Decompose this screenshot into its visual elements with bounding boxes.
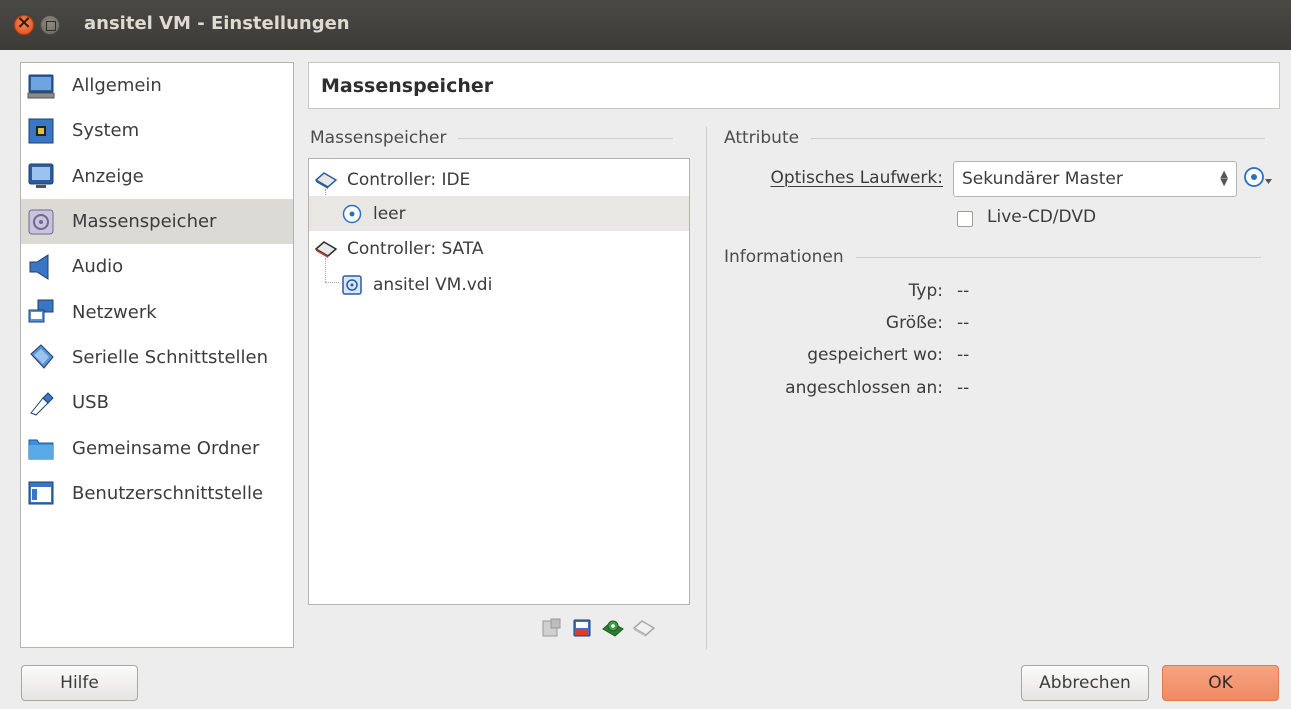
page-title: Massenspeicher — [321, 74, 494, 97]
info-type-label: Typ: — [908, 281, 943, 301]
sidebar-item-netzwerk[interactable]: Netzwerk — [21, 289, 293, 334]
folder-icon — [27, 434, 55, 462]
optical-drive-label: Optisches Laufwerk: — [770, 168, 943, 188]
attribute-group-title: Attribute — [724, 128, 1266, 148]
remove-attachment-icon[interactable] — [571, 617, 593, 639]
sidebar-item-benutzerschnittstelle[interactable]: Benutzerschnittstelle — [21, 471, 293, 516]
info-location-label: gespeichert wo: — [807, 345, 943, 365]
add-controller-icon[interactable] — [602, 617, 624, 639]
optical-drive-select[interactable]: Sekundärer Master ▲ ▼ — [953, 161, 1237, 197]
sidebar-item-audio[interactable]: Audio — [21, 244, 293, 289]
speaker-icon — [27, 253, 55, 281]
ok-button[interactable]: OK — [1162, 665, 1279, 701]
spin-arrows-icon: ▲ ▼ — [1220, 169, 1228, 188]
settings-sidebar: Allgemein System Anzeige Massenspeicher … — [20, 62, 294, 648]
remove-controller-icon[interactable] — [633, 617, 655, 639]
ide-controller-icon — [315, 169, 337, 191]
window-title: ansitel VM - Einstellungen — [84, 13, 350, 34]
storage-toolbar — [540, 617, 655, 639]
live-cd-checkbox[interactable] — [957, 211, 973, 227]
chip-icon — [27, 117, 55, 145]
tree-item-ansitel-vm-vdi[interactable]: ansitel VM.vdi — [309, 267, 689, 302]
info-size-value: -- — [957, 313, 970, 333]
info-location-value: -- — [957, 345, 970, 365]
title-bar: ansitel VM - Einstellungen — [0, 0, 1291, 50]
network-icon — [27, 298, 55, 326]
serial-port-icon — [27, 343, 55, 371]
display-icon — [27, 162, 55, 190]
close-window-button[interactable] — [14, 12, 34, 35]
cancel-button[interactable]: Abbrechen — [1021, 665, 1149, 701]
tree-item-leer[interactable]: leer — [309, 196, 689, 231]
info-type-value: -- — [957, 281, 970, 301]
sidebar-item-massenspeicher[interactable]: Massenspeicher — [21, 198, 293, 245]
sidebar-item-gemeinsame-ordner[interactable]: Gemeinsame Ordner — [21, 425, 293, 470]
help-button[interactable]: Hilfe — [21, 665, 138, 701]
sidebar-item-allgemein[interactable]: Allgemein — [21, 63, 293, 108]
hard-disk-icon — [341, 274, 363, 296]
live-cd-label: Live-CD/DVD — [987, 207, 1097, 227]
sata-controller-icon — [315, 238, 337, 260]
usb-icon — [27, 389, 55, 417]
sidebar-item-usb[interactable]: USB — [21, 380, 293, 425]
sidebar-item-anzeige[interactable]: Anzeige — [21, 154, 293, 199]
tree-item-controller-sata[interactable]: Controller: SATA — [309, 231, 689, 266]
page-header: Massenspeicher — [308, 62, 1280, 109]
storage-tree[interactable]: Controller: IDE leer Controller: SATA an… — [308, 158, 690, 605]
storage-group-title: Massenspeicher — [310, 128, 674, 148]
optical-disc-icon — [341, 203, 363, 225]
info-attached-value: -- — [957, 378, 970, 398]
maximize-window-button[interactable] — [40, 15, 60, 35]
add-attachment-icon[interactable] — [540, 617, 562, 639]
sidebar-item-system[interactable]: System — [21, 108, 293, 153]
information-group-title: Informationen — [724, 247, 1261, 267]
info-size-label: Größe: — [885, 313, 943, 333]
info-attached-label: angeschlossen an: — [785, 378, 943, 398]
storage-icon — [27, 208, 55, 236]
tree-item-controller-ide[interactable]: Controller: IDE — [309, 162, 689, 197]
choose-disc-icon[interactable] — [1243, 166, 1273, 195]
sidebar-item-serielle-schnittstellen[interactable]: Serielle Schnittstellen — [21, 335, 293, 380]
monitor-icon — [27, 72, 55, 100]
ui-window-icon — [27, 479, 55, 507]
